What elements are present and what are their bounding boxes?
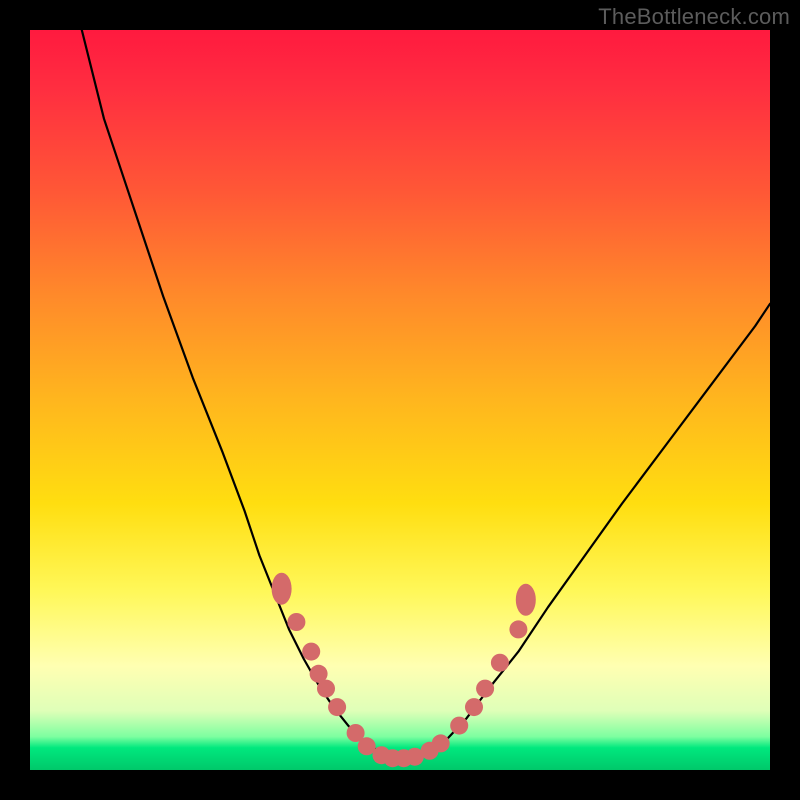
- plot-area: [30, 30, 770, 770]
- data-marker: [465, 698, 483, 716]
- watermark-text: TheBottleneck.com: [598, 4, 790, 30]
- data-marker: [272, 573, 292, 605]
- data-marker: [509, 620, 527, 638]
- data-marker: [302, 643, 320, 661]
- data-marker: [516, 584, 536, 616]
- data-marker: [287, 613, 305, 631]
- chart-frame: TheBottleneck.com: [0, 0, 800, 800]
- data-markers: [272, 573, 536, 768]
- data-marker: [450, 717, 468, 735]
- data-marker: [328, 698, 346, 716]
- data-marker: [491, 654, 509, 672]
- data-marker: [432, 734, 450, 752]
- data-marker: [317, 680, 335, 698]
- curve-svg: [30, 30, 770, 770]
- data-marker: [476, 680, 494, 698]
- bottleneck-curve: [82, 30, 770, 758]
